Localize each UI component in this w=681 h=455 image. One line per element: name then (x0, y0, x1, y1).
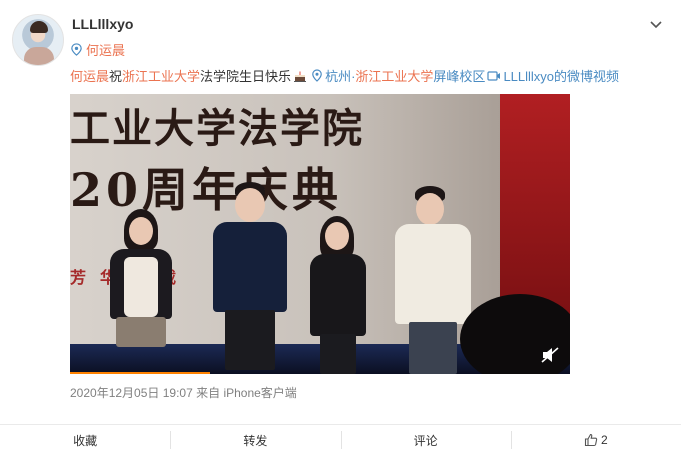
thumbs-up-icon (584, 433, 598, 447)
user-tag[interactable]: 何运晨 (70, 40, 125, 59)
location-school-link[interactable]: 浙江工业大学 (355, 66, 433, 85)
avatar-body (24, 47, 54, 65)
location-campus-link[interactable]: 屏峰校区 (433, 66, 485, 85)
post-source: 来自 iPhone客户端 (196, 386, 297, 400)
favorite-label: 收藏 (73, 433, 98, 448)
avatar-hair (30, 21, 48, 33)
video-progress-bar[interactable] (70, 372, 210, 374)
video-link-icon (487, 70, 501, 81)
action-toolbar: 收藏 转发 评论 2 (0, 424, 681, 455)
location-prefix[interactable]: 杭州· (325, 66, 355, 85)
comment-button[interactable]: 评论 (340, 425, 511, 455)
username[interactable]: LLLlllxyo (72, 16, 133, 32)
location-pin-icon (71, 43, 82, 56)
mention-link[interactable]: 何运晨 (70, 66, 109, 85)
favorite-button[interactable]: 收藏 (0, 425, 170, 455)
school-topic-link[interactable]: 浙江工业大学 (122, 66, 200, 85)
video-link[interactable]: LLLlllxyo的微博视频 (503, 66, 619, 85)
mute-icon[interactable] (540, 346, 560, 364)
comment-label: 评论 (413, 433, 438, 448)
chevron-down-icon[interactable] (648, 17, 664, 33)
content-text-1: 祝 (109, 69, 123, 84)
post-datetime[interactable]: 2020年12月05日 19:07 (70, 386, 193, 400)
video-player[interactable]: 工业大学法学院 20周年庆典 芳华盈载 (70, 94, 570, 374)
repost-label: 转发 (243, 433, 268, 448)
user-tag-label: 何运晨 (86, 43, 126, 58)
post-meta: 2020年12月05日 19:07 来自 iPhone客户端 (70, 384, 297, 401)
content-text-2: 法学院生日快乐 (200, 69, 292, 84)
birthday-cake-icon (294, 71, 307, 82)
repost-button[interactable]: 转发 (170, 425, 340, 455)
like-button[interactable]: 2 (510, 425, 681, 455)
like-count: 2 (601, 433, 608, 447)
post-content: 何运晨 祝 浙江工业大学 法学院生日快乐 杭州· 浙江工业大学 屏峰校区 LLL… (70, 66, 619, 85)
user-avatar[interactable] (12, 14, 64, 66)
location-pin-icon (312, 69, 322, 82)
banner-line-2: 20周年庆典 (70, 163, 343, 217)
banner-line-1: 工业大学法学院 (70, 105, 364, 152)
